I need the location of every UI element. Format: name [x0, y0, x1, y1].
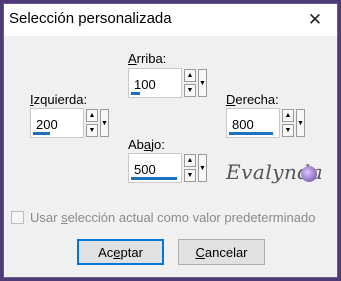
- checkbox-box[interactable]: [11, 211, 24, 224]
- abajo-input[interactable]: 500: [128, 153, 182, 183]
- arriba-dropdown-icon[interactable]: ▼: [198, 69, 207, 97]
- izquierda-value: 200: [36, 117, 58, 132]
- arriba-spinner[interactable]: 100 ▲ ▼ ▼: [128, 68, 208, 100]
- izquierda-down-icon[interactable]: ▼: [86, 124, 98, 137]
- flower-icon: [301, 166, 317, 182]
- derecha-spinner[interactable]: 800 ▲ ▼ ▼: [226, 108, 306, 140]
- izquierda-spinner[interactable]: 200 ▲ ▼ ▼: [30, 108, 110, 140]
- derecha-range-bar: [229, 132, 273, 135]
- izquierda-up-icon[interactable]: ▲: [86, 109, 98, 122]
- abajo-spinner[interactable]: 500 ▲ ▼ ▼: [128, 153, 208, 185]
- abajo-dropdown-icon[interactable]: ▼: [198, 154, 207, 182]
- abajo-down-icon[interactable]: ▼: [184, 169, 196, 182]
- izquierda-range-bar: [33, 132, 50, 135]
- abajo-range-bar: [131, 177, 177, 180]
- derecha-value: 800: [232, 117, 254, 132]
- arriba-input[interactable]: 100: [128, 68, 182, 98]
- title-bar: Selección personalizada ✕: [4, 4, 337, 36]
- izquierda-dropdown-icon[interactable]: ▼: [100, 109, 109, 137]
- window-title: Selección personalizada: [9, 10, 172, 27]
- derecha-label: Derecha:: [226, 92, 279, 107]
- arriba-value: 100: [134, 77, 156, 92]
- checkbox-label: Usar selección actual como valor predete…: [30, 210, 316, 225]
- izquierda-input[interactable]: 200: [30, 108, 84, 138]
- abajo-up-icon[interactable]: ▲: [184, 154, 196, 167]
- custom-selection-dialog: Selección personalizada ✕ Arriba: 100 ▲ …: [3, 3, 338, 278]
- abajo-value: 500: [134, 162, 156, 177]
- arriba-range-bar: [131, 92, 140, 95]
- accept-button[interactable]: Ac e ptar: [77, 239, 164, 265]
- abajo-label: Abajo:: [128, 137, 165, 152]
- arriba-up-icon[interactable]: ▲: [184, 69, 196, 82]
- izquierda-label: Izquierda:: [30, 92, 88, 107]
- cancel-button[interactable]: Cancelar: [178, 239, 265, 265]
- arriba-label: Arriba:: [128, 51, 167, 66]
- derecha-up-icon[interactable]: ▲: [282, 109, 294, 122]
- default-value-checkbox[interactable]: Usar selección actual como valor predete…: [11, 210, 315, 225]
- derecha-down-icon[interactable]: ▼: [282, 124, 294, 137]
- derecha-dropdown-icon[interactable]: ▼: [296, 109, 305, 137]
- close-icon[interactable]: ✕: [293, 4, 337, 36]
- arriba-down-icon[interactable]: ▼: [184, 84, 196, 97]
- derecha-input[interactable]: 800: [226, 108, 280, 138]
